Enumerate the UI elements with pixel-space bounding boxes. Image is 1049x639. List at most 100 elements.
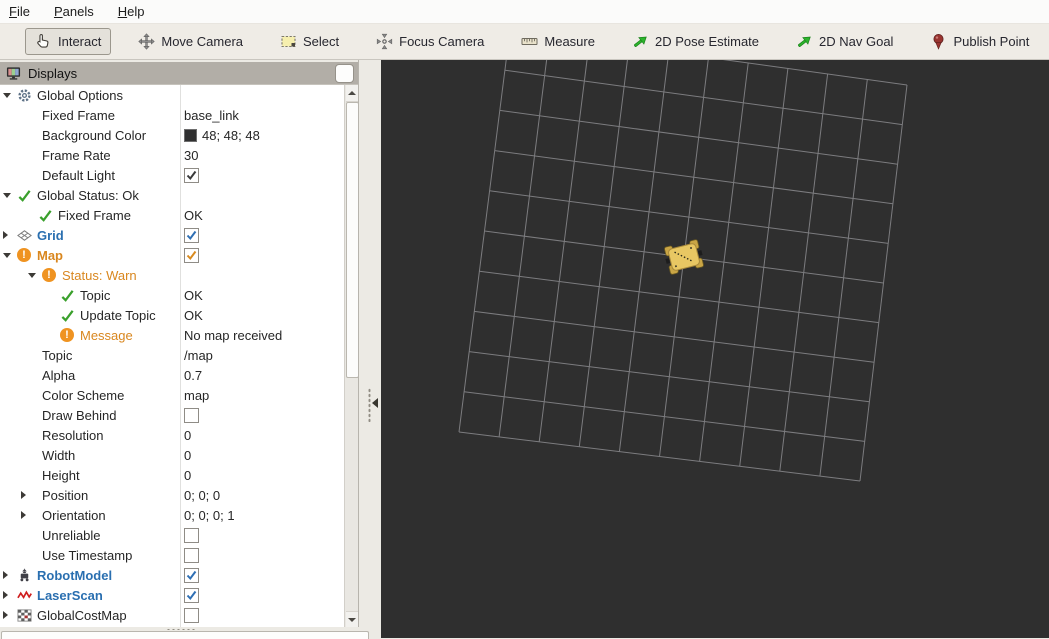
- tool-label: Interact: [58, 34, 102, 49]
- scroll-up-button[interactable]: [346, 85, 358, 102]
- move-camera-icon: [138, 33, 156, 50]
- tree-row-globalcostmap[interactable]: GlobalCostMap: [0, 605, 344, 625]
- tree-row-use-timestamp[interactable]: Use Timestamp: [0, 545, 344, 565]
- property-value[interactable]: map: [184, 388, 209, 403]
- tree-row-default-light[interactable]: Default Light: [0, 165, 344, 185]
- tool-interact[interactable]: Interact: [25, 28, 112, 55]
- tree-row-global-status-ok[interactable]: Global Status: Ok: [0, 185, 344, 205]
- checkbox[interactable]: [184, 247, 199, 263]
- property-value[interactable]: base_link: [184, 108, 239, 123]
- checkbox[interactable]: [184, 607, 199, 623]
- expand-arrow-icon[interactable]: [3, 571, 8, 579]
- tree-scrollbar[interactable]: [344, 85, 358, 628]
- checkbox[interactable]: [184, 587, 199, 603]
- expand-arrow-icon[interactable]: [3, 231, 8, 239]
- expand-arrow-icon[interactable]: [3, 252, 11, 258]
- tool-2d-pose-estimate[interactable]: 2D Pose Estimate: [622, 28, 769, 55]
- tree-row-global-options[interactable]: Global Options: [0, 85, 344, 105]
- expand-arrow-icon[interactable]: [3, 192, 11, 198]
- checkbox[interactable]: [184, 567, 199, 583]
- warn-icon: !: [59, 327, 75, 343]
- property-value[interactable]: 0.7: [184, 368, 202, 383]
- property-value[interactable]: 48; 48; 48: [202, 128, 260, 143]
- tree-row-topic[interactable]: Topic/map: [0, 345, 344, 365]
- tree-row-message[interactable]: ! Message No map received: [0, 325, 344, 345]
- expand-arrow-icon[interactable]: [21, 491, 26, 499]
- tree-row-color-scheme[interactable]: Color Scheme map: [0, 385, 344, 405]
- tree-row-width[interactable]: Width 0: [0, 445, 344, 465]
- property-value[interactable]: 0: [184, 468, 191, 483]
- tool-publish-point[interactable]: Publish Point: [920, 28, 1039, 55]
- property-value[interactable]: 0; 0; 0: [184, 488, 220, 503]
- property-value[interactable]: /map: [184, 348, 213, 363]
- property-value[interactable]: No map received: [184, 328, 282, 343]
- tree-row-map[interactable]: ! Map: [0, 245, 344, 265]
- displays-panel: Displays Global Options Fixed Frame base_l…: [0, 60, 358, 628]
- displays-panel-header[interactable]: Displays: [0, 62, 358, 84]
- displays-icon: [6, 66, 21, 81]
- tree-row-fixed-frame[interactable]: Fixed Frame base_link: [0, 105, 344, 125]
- tool-focus-camera[interactable]: Focus Camera: [366, 28, 494, 55]
- tool-select[interactable]: Select: [270, 28, 349, 55]
- collapse-panel-icon[interactable]: [372, 398, 378, 408]
- tree-row-position[interactable]: Position 0; 0; 0: [0, 485, 344, 505]
- tree-row-background-color[interactable]: Background Color 48; 48; 48: [0, 125, 344, 145]
- property-value[interactable]: 30: [184, 148, 198, 163]
- property-value[interactable]: 0: [184, 448, 191, 463]
- property-value[interactable]: 0; 0; 0; 1: [184, 508, 235, 523]
- row-name-cell: Update Topic: [0, 307, 180, 323]
- tool-measure[interactable]: Measure: [511, 28, 605, 55]
- row-value-cell: OK: [180, 288, 203, 303]
- tree-row-draw-behind[interactable]: Draw Behind: [0, 405, 344, 425]
- tree-row-topic[interactable]: Topic OK: [0, 285, 344, 305]
- menu-panels[interactable]: Panels: [54, 4, 94, 19]
- scrollbar-thumb[interactable]: [346, 102, 358, 378]
- tree-row-unreliable[interactable]: Unreliable: [0, 525, 344, 545]
- tool-2d-nav-goal[interactable]: 2D Nav Goal: [786, 28, 903, 55]
- scroll-down-button[interactable]: [346, 611, 358, 628]
- checkbox[interactable]: [184, 527, 199, 543]
- tree-row-grid[interactable]: Grid: [0, 225, 344, 245]
- property-value[interactable]: OK: [184, 288, 203, 303]
- checkbox[interactable]: [184, 167, 199, 183]
- row-value-cell: [180, 607, 199, 623]
- tree-row-status-warn[interactable]: ! Status: Warn: [0, 265, 344, 285]
- tree-row-resolution[interactable]: Resolution 0: [0, 425, 344, 445]
- expand-arrow-icon[interactable]: [3, 591, 8, 599]
- color-swatch[interactable]: [184, 128, 197, 142]
- 3d-viewport[interactable]: [381, 60, 1049, 638]
- checkbox[interactable]: [184, 227, 199, 243]
- tree-row-alpha[interactable]: Alpha 0.7: [0, 365, 344, 385]
- menu-file[interactable]: File: [9, 4, 30, 19]
- vertical-splitter[interactable]: [358, 60, 381, 638]
- expand-arrow-icon[interactable]: [3, 92, 11, 98]
- tree-row-orientation[interactable]: Orientation 0; 0; 0; 1: [0, 505, 344, 525]
- tree-row-update-topic[interactable]: Update Topic OK: [0, 305, 344, 325]
- expand-arrow-icon[interactable]: [21, 511, 26, 519]
- menu-help[interactable]: Help: [118, 4, 145, 19]
- property-value[interactable]: 0: [184, 428, 191, 443]
- panel-float-button[interactable]: [335, 64, 354, 83]
- tree-row-laserscan[interactable]: LaserScan: [0, 585, 344, 605]
- expand-arrow-icon[interactable]: [28, 272, 36, 278]
- tool-move-camera[interactable]: Move Camera: [128, 28, 253, 55]
- horizontal-splitter[interactable]: [0, 627, 381, 639]
- property-value[interactable]: OK: [184, 308, 203, 323]
- checkbox[interactable]: [184, 547, 199, 563]
- tree-row-robotmodel[interactable]: RobotModel: [0, 565, 344, 585]
- menu-bar: File Panels Help: [0, 0, 1049, 24]
- row-value-cell: [180, 567, 199, 583]
- row-name-cell: Global Status: Ok: [0, 187, 180, 203]
- splitter-grip[interactable]: [368, 388, 371, 422]
- tree-row-fixed-frame[interactable]: Fixed Frame OK: [0, 205, 344, 225]
- check-icon: [16, 187, 32, 203]
- property-label: Map: [37, 247, 63, 263]
- checkbox[interactable]: [184, 407, 199, 423]
- expand-arrow-icon[interactable]: [3, 611, 8, 619]
- row-value-cell: [180, 587, 199, 603]
- tree-row-frame-rate[interactable]: Frame Rate 30: [0, 145, 344, 165]
- tree-column-separator[interactable]: [180, 85, 181, 628]
- tree-row-height[interactable]: Height 0: [0, 465, 344, 485]
- property-label: Color Scheme: [42, 387, 125, 403]
- property-value[interactable]: OK: [184, 208, 203, 223]
